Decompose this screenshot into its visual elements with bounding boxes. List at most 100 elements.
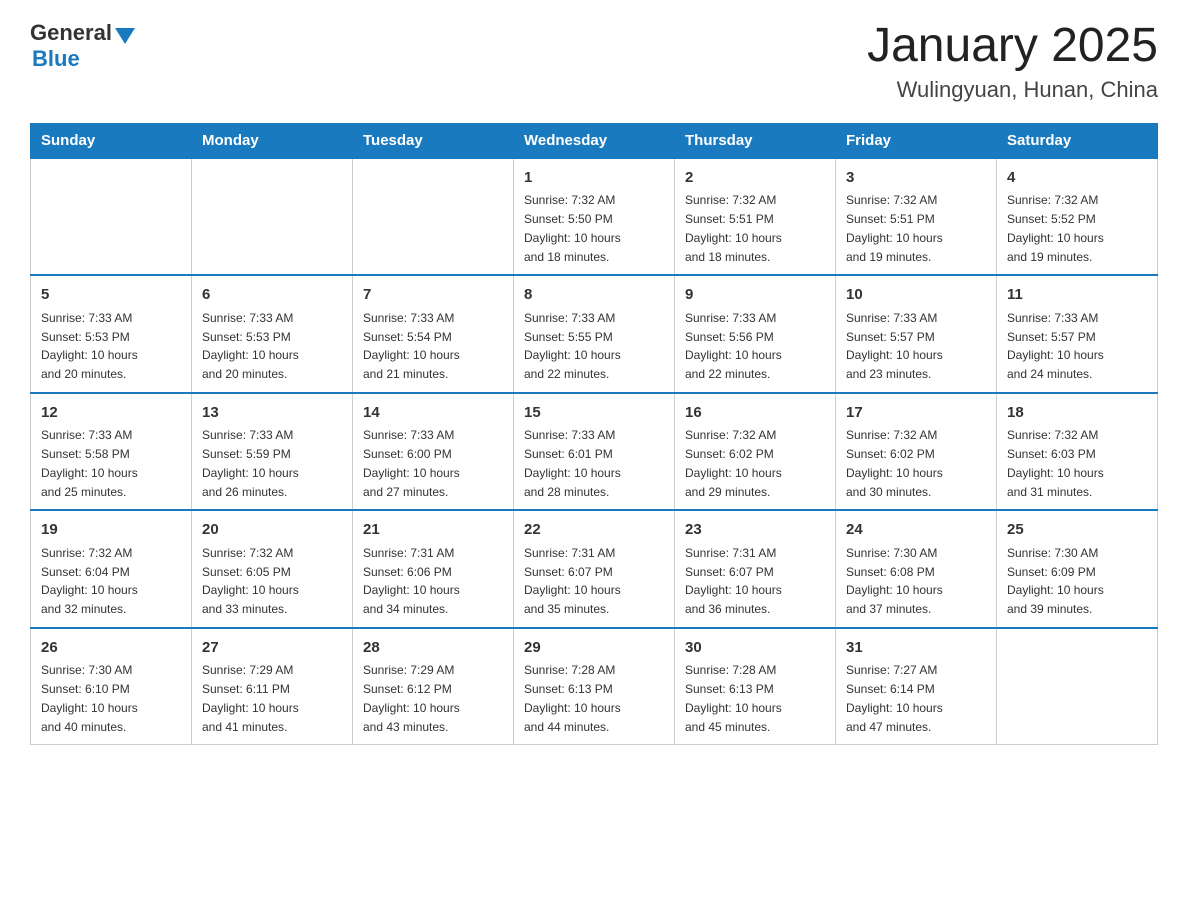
day-number: 27 (202, 637, 342, 660)
calendar-cell: 30 Sunrise: 7:28 AM Sunset: 6:13 PM Dayli… (675, 628, 836, 745)
day-number: 12 (41, 402, 181, 425)
calendar-cell: 29 Sunrise: 7:28 AM Sunset: 6:13 PM Dayli… (514, 628, 675, 745)
day-info: Sunrise: 7:28 AM Sunset: 6:13 PM Dayligh… (524, 663, 621, 733)
calendar-cell: 6Sunrise: 7:33 AM Sunset: 5:53 PM Daylig… (192, 275, 353, 393)
calendar-cell: 10 Sunrise: 7:33 AM Sunset: 5:57 PM Dayli… (836, 275, 997, 393)
day-number: 21 (363, 519, 503, 542)
calendar-cell: 2 Sunrise: 7:32 AM Sunset: 5:51 PM Daylig… (675, 158, 836, 276)
header-sunday: Sunday (31, 123, 192, 158)
calendar-cell: 16 Sunrise: 7:32 AM Sunset: 6:02 PM Dayli… (675, 393, 836, 511)
logo-blue-text: Blue (32, 46, 80, 71)
header-friday: Friday (836, 123, 997, 158)
header-wednesday: Wednesday (514, 123, 675, 158)
day-number: 17 (846, 402, 986, 425)
calendar-cell: 24 Sunrise: 7:30 AM Sunset: 6:08 PM Dayli… (836, 510, 997, 628)
calendar-cell: 4 Sunrise: 7:32 AM Sunset: 5:52 PM Daylig… (997, 158, 1158, 276)
calendar-cell: 31Sunrise: 7:27 AM Sunset: 6:14 PM Dayli… (836, 628, 997, 745)
day-number: 22 (524, 519, 664, 542)
day-number: 29 (524, 637, 664, 660)
day-number: 28 (363, 637, 503, 660)
day-number: 15 (524, 402, 664, 425)
day-info: Sunrise: 7:29 AM Sunset: 6:11 PM Dayligh… (202, 663, 299, 733)
day-info: Sunrise: 7:33 AM Sunset: 5:53 PM Dayligh… (202, 311, 299, 381)
logo: General Blue (30, 20, 135, 72)
day-number: 1 (524, 167, 664, 190)
calendar-title: January 2025 (867, 20, 1158, 73)
day-number: 4 (1007, 167, 1147, 190)
calendar-cell: 8Sunrise: 7:33 AM Sunset: 5:55 PM Daylig… (514, 275, 675, 393)
logo-triangle-icon (115, 28, 135, 44)
day-info: Sunrise: 7:33 AM Sunset: 5:57 PM Dayligh… (1007, 311, 1104, 381)
day-number: 11 (1007, 284, 1147, 307)
calendar-cell: 5Sunrise: 7:33 AM Sunset: 5:53 PM Daylig… (31, 275, 192, 393)
day-number: 20 (202, 519, 342, 542)
logo-general-text: General (30, 20, 112, 46)
day-number: 2 (685, 167, 825, 190)
calendar-cell: 21 Sunrise: 7:31 AM Sunset: 6:06 PM Dayli… (353, 510, 514, 628)
day-info: Sunrise: 7:33 AM Sunset: 5:55 PM Dayligh… (524, 311, 621, 381)
calendar-cell: 11 Sunrise: 7:33 AM Sunset: 5:57 PM Dayli… (997, 275, 1158, 393)
day-info: Sunrise: 7:28 AM Sunset: 6:13 PM Dayligh… (685, 663, 782, 733)
day-info: Sunrise: 7:32 AM Sunset: 6:05 PM Dayligh… (202, 546, 299, 616)
calendar-cell: 22 Sunrise: 7:31 AM Sunset: 6:07 PM Dayli… (514, 510, 675, 628)
header-monday: Monday (192, 123, 353, 158)
page-header: General Blue January 2025 Wulingyuan, Hu… (30, 20, 1158, 103)
calendar-week-row: 5Sunrise: 7:33 AM Sunset: 5:53 PM Daylig… (31, 275, 1158, 393)
calendar-cell: 12 Sunrise: 7:33 AM Sunset: 5:58 PM Dayli… (31, 393, 192, 511)
day-number: 25 (1007, 519, 1147, 542)
day-info: Sunrise: 7:32 AM Sunset: 5:51 PM Dayligh… (685, 193, 782, 263)
day-info: Sunrise: 7:30 AM Sunset: 6:08 PM Dayligh… (846, 546, 943, 616)
calendar-cell: 27 Sunrise: 7:29 AM Sunset: 6:11 PM Dayli… (192, 628, 353, 745)
day-info: Sunrise: 7:33 AM Sunset: 5:59 PM Dayligh… (202, 428, 299, 498)
calendar-subtitle: Wulingyuan, Hunan, China (867, 77, 1158, 103)
calendar-week-row: 1 Sunrise: 7:32 AM Sunset: 5:50 PM Daylig… (31, 158, 1158, 276)
day-info: Sunrise: 7:33 AM Sunset: 6:00 PM Dayligh… (363, 428, 460, 498)
calendar-cell: 26 Sunrise: 7:30 AM Sunset: 6:10 PM Dayli… (31, 628, 192, 745)
calendar-cell: 25Sunrise: 7:30 AM Sunset: 6:09 PM Dayli… (997, 510, 1158, 628)
calendar-cell: 19 Sunrise: 7:32 AM Sunset: 6:04 PM Dayli… (31, 510, 192, 628)
day-number: 16 (685, 402, 825, 425)
calendar-cell: 13Sunrise: 7:33 AM Sunset: 5:59 PM Dayli… (192, 393, 353, 511)
day-info: Sunrise: 7:32 AM Sunset: 5:52 PM Dayligh… (1007, 193, 1104, 263)
calendar-cell (31, 158, 192, 276)
day-number: 9 (685, 284, 825, 307)
day-info: Sunrise: 7:31 AM Sunset: 6:07 PM Dayligh… (685, 546, 782, 616)
calendar-week-row: 12 Sunrise: 7:33 AM Sunset: 5:58 PM Dayli… (31, 393, 1158, 511)
day-info: Sunrise: 7:33 AM Sunset: 5:57 PM Dayligh… (846, 311, 943, 381)
calendar-cell (192, 158, 353, 276)
calendar-cell: 1 Sunrise: 7:32 AM Sunset: 5:50 PM Daylig… (514, 158, 675, 276)
day-number: 10 (846, 284, 986, 307)
calendar-cell: 7 Sunrise: 7:33 AM Sunset: 5:54 PM Daylig… (353, 275, 514, 393)
day-number: 24 (846, 519, 986, 542)
day-info: Sunrise: 7:33 AM Sunset: 5:58 PM Dayligh… (41, 428, 138, 498)
day-info: Sunrise: 7:32 AM Sunset: 5:50 PM Dayligh… (524, 193, 621, 263)
day-info: Sunrise: 7:33 AM Sunset: 5:53 PM Dayligh… (41, 311, 138, 381)
day-number: 7 (363, 284, 503, 307)
calendar-cell (353, 158, 514, 276)
calendar-cell: 17Sunrise: 7:32 AM Sunset: 6:02 PM Dayli… (836, 393, 997, 511)
calendar-cell (997, 628, 1158, 745)
calendar-header-row: SundayMondayTuesdayWednesdayThursdayFrid… (31, 123, 1158, 158)
calendar-cell: 20 Sunrise: 7:32 AM Sunset: 6:05 PM Dayli… (192, 510, 353, 628)
day-info: Sunrise: 7:32 AM Sunset: 6:02 PM Dayligh… (685, 428, 782, 498)
day-number: 3 (846, 167, 986, 190)
day-number: 23 (685, 519, 825, 542)
day-info: Sunrise: 7:32 AM Sunset: 6:04 PM Dayligh… (41, 546, 138, 616)
day-info: Sunrise: 7:29 AM Sunset: 6:12 PM Dayligh… (363, 663, 460, 733)
day-number: 19 (41, 519, 181, 542)
day-number: 26 (41, 637, 181, 660)
day-number: 31 (846, 637, 986, 660)
day-number: 30 (685, 637, 825, 660)
day-info: Sunrise: 7:31 AM Sunset: 6:06 PM Dayligh… (363, 546, 460, 616)
day-number: 14 (363, 402, 503, 425)
day-info: Sunrise: 7:30 AM Sunset: 6:10 PM Dayligh… (41, 663, 138, 733)
calendar-cell: 3 Sunrise: 7:32 AM Sunset: 5:51 PM Daylig… (836, 158, 997, 276)
calendar-cell: 28 Sunrise: 7:29 AM Sunset: 6:12 PM Dayli… (353, 628, 514, 745)
day-info: Sunrise: 7:31 AM Sunset: 6:07 PM Dayligh… (524, 546, 621, 616)
calendar-week-row: 19 Sunrise: 7:32 AM Sunset: 6:04 PM Dayli… (31, 510, 1158, 628)
day-info: Sunrise: 7:32 AM Sunset: 5:51 PM Dayligh… (846, 193, 943, 263)
header-thursday: Thursday (675, 123, 836, 158)
calendar-cell: 18Sunrise: 7:32 AM Sunset: 6:03 PM Dayli… (997, 393, 1158, 511)
day-info: Sunrise: 7:33 AM Sunset: 5:54 PM Dayligh… (363, 311, 460, 381)
calendar-cell: 15Sunrise: 7:33 AM Sunset: 6:01 PM Dayli… (514, 393, 675, 511)
